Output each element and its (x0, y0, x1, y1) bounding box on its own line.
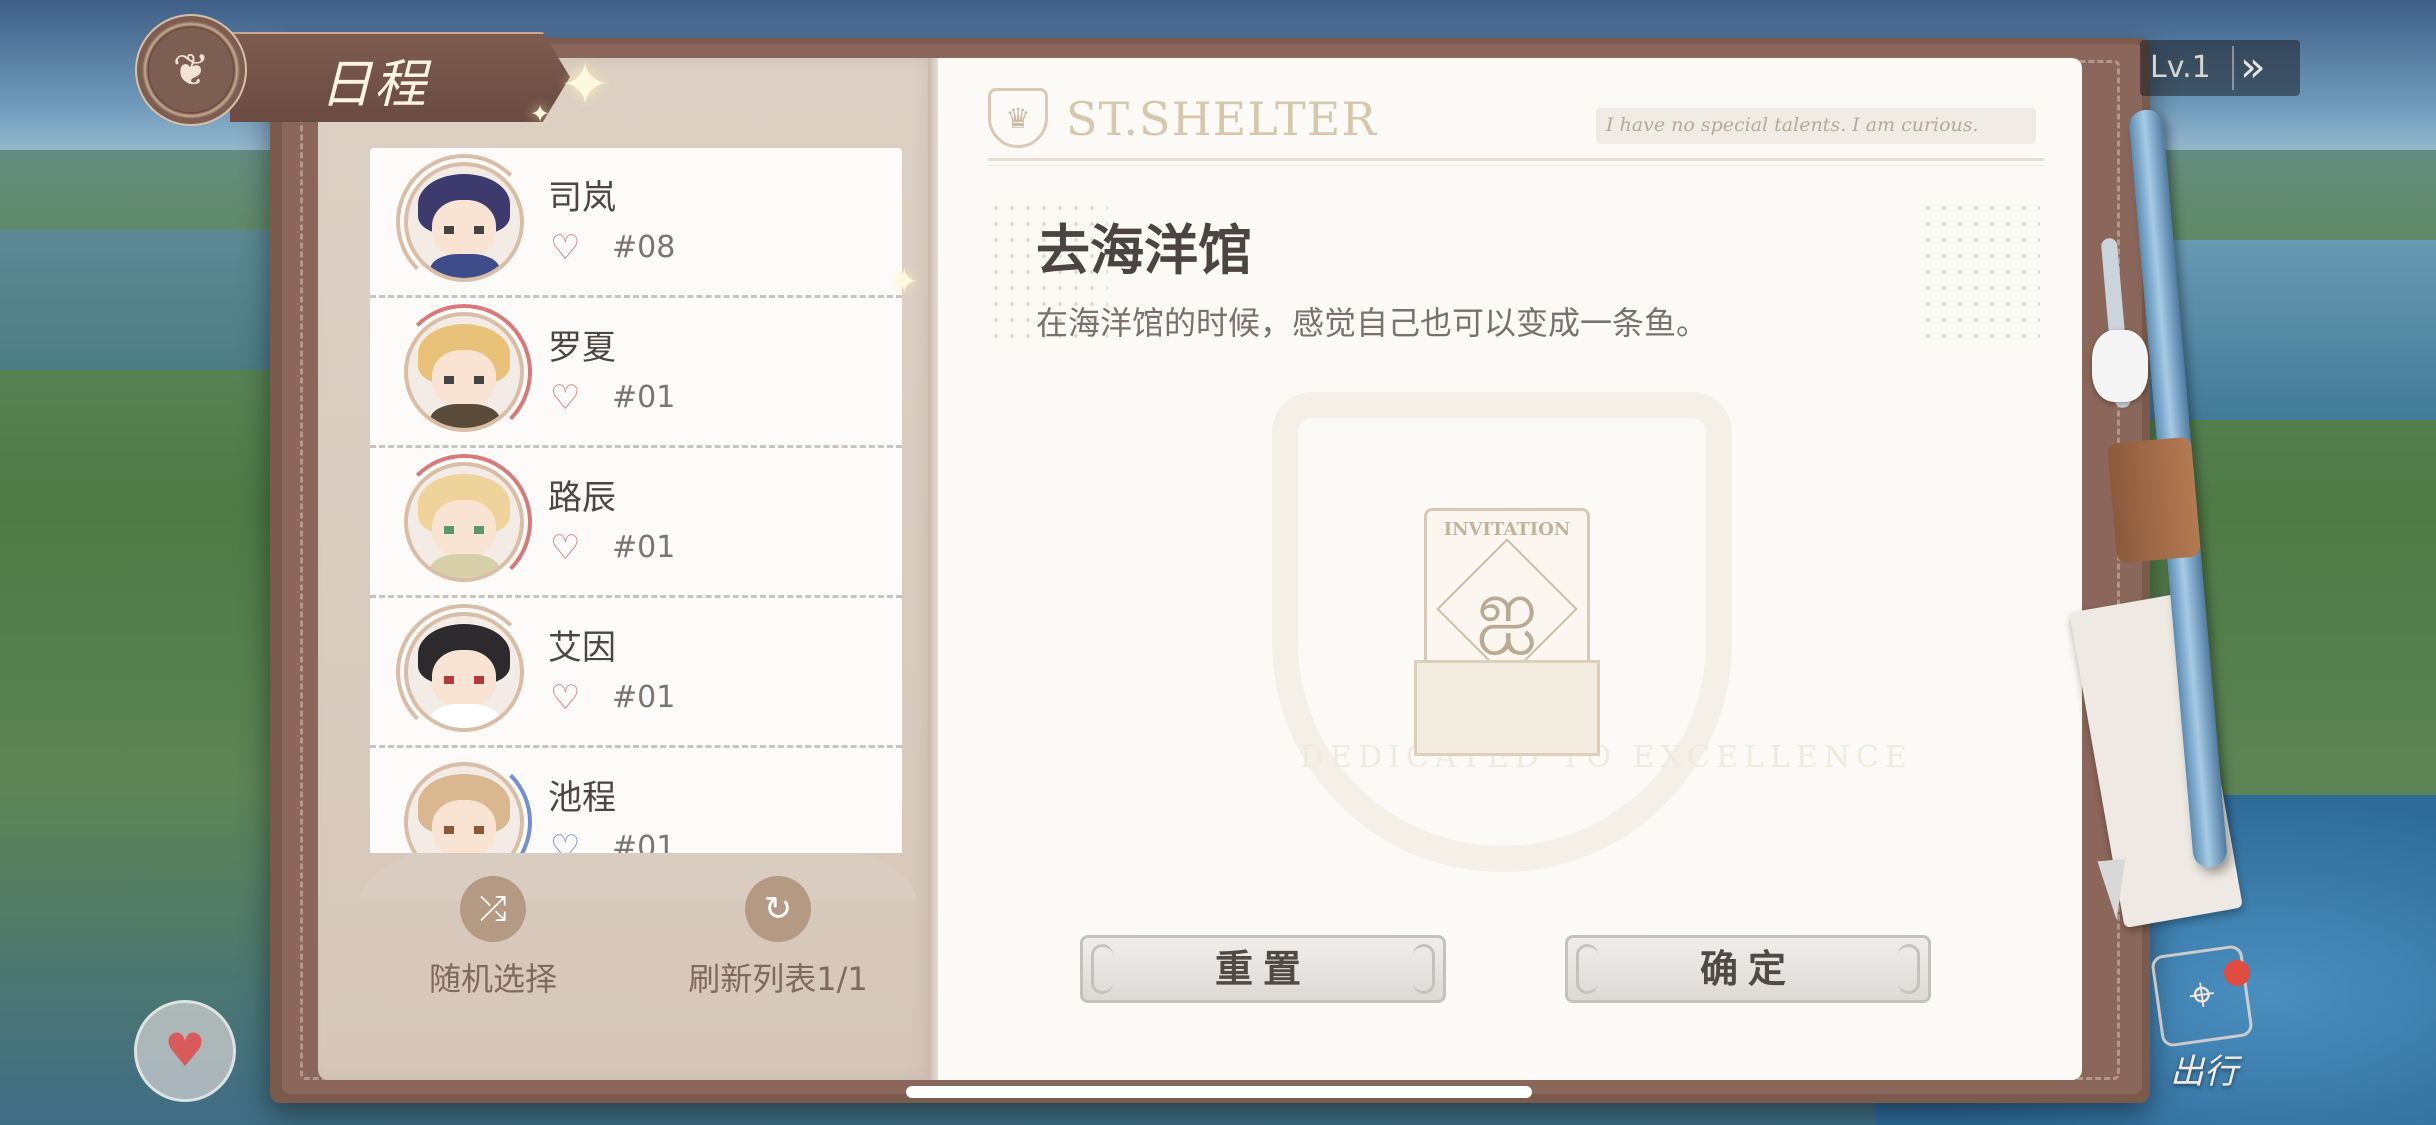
character-name: 司岚 (548, 178, 616, 218)
character-number: #01 (612, 680, 676, 715)
character-number: #01 (612, 530, 676, 565)
butterfly-icon: ஐ (1476, 563, 1538, 652)
affection-heart-icon: ♡ (550, 228, 581, 268)
confirm-button[interactable]: 确定 (1565, 935, 1931, 1003)
affection-heart-icon: ♡ (550, 528, 581, 568)
notebook-spine (928, 58, 938, 1080)
brand-title: ST.SHELTER (1066, 92, 1377, 146)
schedule-title-tab: ❦ 日程 (135, 14, 570, 126)
pen-tip (2097, 858, 2131, 922)
avatar (404, 462, 524, 582)
header-divider (988, 165, 2044, 166)
level-text: Lv.1 (2150, 50, 2211, 85)
affection-heart-icon: ♡ (550, 828, 581, 853)
character-number: #01 (612, 380, 676, 415)
sparkle-icon: ✦ (530, 100, 551, 128)
shuffle-icon: ⤮ (460, 876, 526, 942)
avatar (404, 162, 524, 282)
character-name: 池程 (548, 778, 616, 818)
character-row[interactable]: 司岚 ♡ #08 (370, 148, 902, 298)
dot-pattern (1920, 200, 2040, 350)
character-row[interactable]: 池程 ♡ #01 (370, 748, 902, 853)
character-row[interactable]: 路辰 ♡ #01 (370, 448, 902, 598)
event-description: 在海洋馆的时候，感觉自己也可以变成一条鱼。 (1036, 304, 1709, 342)
affection-heart-icon: ♡ (550, 678, 581, 718)
character-name: 罗夏 (548, 328, 616, 368)
refresh-list-button[interactable]: ↻ 刷新列表1/1 (668, 876, 888, 1000)
character-list[interactable]: 司岚 ♡ #08 罗夏 ♡ #01 路辰 ♡ #01 艾因 ♡ #01 池程 ♡… (370, 148, 902, 853)
avatar (404, 312, 524, 432)
level-divider (2232, 46, 2234, 90)
crown-crest-icon: ♛ (988, 88, 1048, 148)
header-quote: I have no special talents. I am curious. (1596, 108, 2036, 144)
envelope-icon (1414, 660, 1600, 756)
invitation-label: INVITATION (1443, 519, 1571, 540)
home-indicator[interactable] (906, 1086, 1532, 1098)
character-row[interactable]: 罗夏 ♡ #01 (370, 298, 902, 448)
reset-button[interactable]: 重置 (1080, 935, 1446, 1003)
character-number: #01 (612, 830, 676, 853)
watermark-motto: DEDICATED TO EXCELLENCE (1300, 740, 1913, 775)
character-name: 艾因 (548, 628, 616, 668)
refresh-icon: ↻ (745, 876, 811, 942)
outing-label[interactable]: 出行 (2170, 1044, 2238, 1093)
refresh-list-label: 刷新列表1/1 (688, 960, 868, 998)
double-chevron-right-icon[interactable]: » (2240, 42, 2266, 91)
character-name: 路辰 (548, 478, 616, 518)
character-row[interactable]: 艾因 ♡ #01 (370, 598, 902, 748)
header-divider (988, 158, 2044, 161)
pen-leather-band (2106, 436, 2202, 564)
cat-charm-icon (2092, 330, 2148, 402)
avatar (404, 612, 524, 732)
background-lake (0, 230, 300, 370)
random-select-label: 随机选择 (428, 960, 557, 998)
affection-heart-icon: ♡ (550, 378, 581, 418)
sparkle-icon: ✦ (560, 50, 611, 120)
favorite-heart-button[interactable]: ♥ (134, 1000, 236, 1102)
event-title: 去海洋馆 (1036, 218, 1252, 282)
character-number: #08 (612, 230, 676, 265)
notification-dot (2224, 960, 2250, 986)
sparkle-icon: ✦ (890, 262, 919, 302)
random-select-button[interactable]: ⤮ 随机选择 (383, 876, 603, 1000)
page-title: 日程 (320, 55, 429, 115)
butterfly-emblem-icon[interactable]: ❦ (135, 14, 247, 126)
